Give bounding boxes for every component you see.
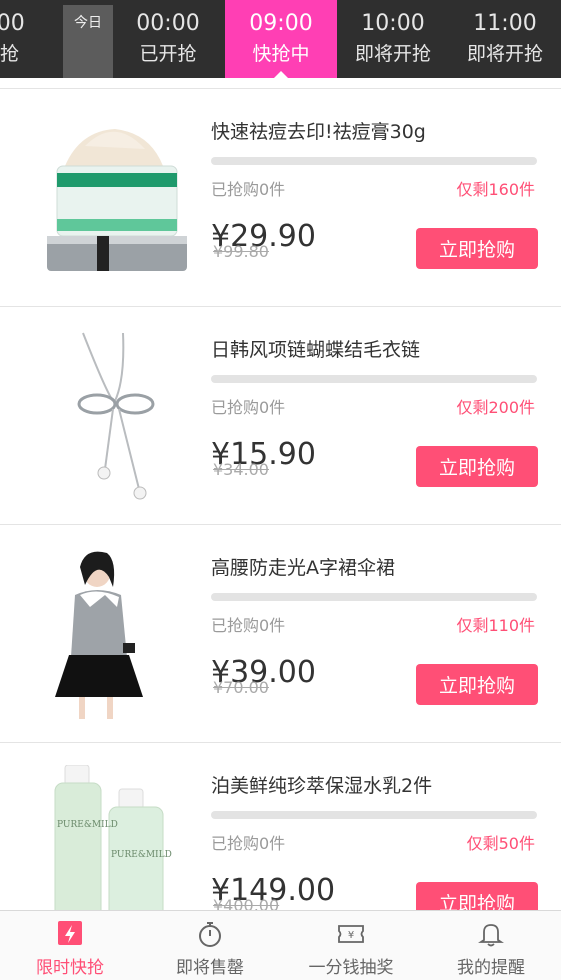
time-slot-bar: 3:00 开抢 今日 00:00 已开抢 09:00 快抢中 10:00 即将开… (0, 0, 561, 78)
nav-lottery[interactable]: ¥ 一分钱抽奖 (281, 911, 421, 980)
sale-progress-bar (211, 811, 537, 819)
stopwatch-icon (199, 922, 221, 947)
buy-now-button[interactable]: 立即抢购 (416, 446, 538, 487)
product-title: 日韩风项链蝴蝶结毛衣链 (211, 339, 421, 361)
bottom-nav: 限时快抢 即将售罄 ¥ 一分钱抽奖 我的提醒 (0, 910, 561, 980)
time-slot-status: 已开抢 (139, 43, 197, 65)
original-price: ¥99.80 (213, 242, 269, 261)
product-item[interactable]: 快速祛痘去印!祛痘膏30g 已抢购0件 仅剩160件 ¥29.90 ¥99.80… (0, 89, 561, 307)
original-price: ¥70.00 (213, 678, 269, 697)
bottle-label: PURE&MILD (111, 850, 172, 860)
nav-label: 即将售罄 (176, 958, 244, 978)
cream-jar-image (47, 129, 187, 271)
flash-sale-icon (58, 921, 82, 945)
sale-progress-bar (211, 593, 537, 601)
product-list: 快速祛痘去印!祛痘膏30g 已抢购0件 仅剩160件 ¥29.90 ¥99.80… (0, 88, 561, 961)
time-slot-time: 00:00 (136, 11, 200, 36)
bell-icon (478, 924, 504, 947)
buy-now-button[interactable]: 立即抢购 (416, 228, 538, 269)
sold-count: 已抢购0件 (211, 398, 286, 417)
product-item[interactable]: 日韩风项链蝴蝶结毛衣链 已抢购0件 仅剩200件 ¥15.90 ¥34.00 立… (0, 307, 561, 525)
sold-count: 已抢购0件 (211, 616, 286, 635)
today-label: 今日 (74, 15, 102, 31)
today-tab[interactable]: 今日 (63, 5, 113, 78)
nav-selling-out[interactable]: 即将售罄 (140, 911, 280, 980)
sale-progress-bar (211, 157, 537, 165)
svg-text:¥: ¥ (348, 930, 354, 941)
time-slot-status: 开抢 (0, 43, 19, 65)
buy-now-button[interactable]: 立即抢购 (416, 664, 538, 705)
time-slot-time: 11:00 (473, 11, 537, 36)
remaining-count: 仅剩50件 (466, 834, 535, 853)
nav-flash-sale[interactable]: 限时快抢 (0, 911, 140, 980)
time-slot-status: 快抢中 (252, 43, 310, 65)
product-item[interactable]: 高腰防走光A字裙伞裙 已抢购0件 仅剩110件 ¥39.00 ¥70.00 立即… (0, 525, 561, 743)
lottery-ticket-icon: ¥ (338, 925, 364, 943)
sold-count: 已抢购0件 (211, 180, 286, 199)
skirt-model-image (55, 551, 143, 719)
sale-progress-bar (211, 375, 537, 383)
sold-count: 已抢购0件 (211, 834, 286, 853)
time-slot-4[interactable]: 11:00 即将开抢 (449, 0, 561, 78)
time-slot-3[interactable]: 10:00 即将开抢 (337, 0, 449, 78)
necklace-image (77, 332, 155, 500)
time-slot-2-active[interactable]: 09:00 快抢中 (225, 0, 337, 78)
price-block: ¥15.90 ¥34.00 (211, 435, 361, 485)
remaining-count: 仅剩110件 (456, 616, 535, 635)
time-slot-status: 即将开抢 (466, 43, 543, 65)
nav-label: 一分钱抽奖 (308, 958, 394, 978)
product-title: 快速祛痘去印!祛痘膏30g (211, 121, 426, 143)
price-block: ¥39.00 ¥70.00 (211, 653, 361, 703)
time-slot-1[interactable]: 00:00 已开抢 (112, 0, 224, 78)
product-title: 高腰防走光A字裙伞裙 (211, 557, 395, 579)
time-slot-status: 即将开抢 (354, 43, 431, 65)
nav-reminders[interactable]: 我的提醒 (421, 911, 561, 980)
nav-label: 限时快抢 (36, 958, 104, 978)
bottle-label: PURE&MILD (57, 820, 118, 830)
time-slot-time: 10:00 (361, 11, 425, 36)
product-title: 泊美鲜纯珍萃保湿水乳2件 (211, 775, 433, 797)
original-price: ¥34.00 (213, 460, 269, 479)
time-slot-time: 3:00 (0, 11, 25, 36)
nav-label: 我的提醒 (457, 958, 525, 978)
price-block: ¥29.90 ¥99.80 (211, 217, 361, 267)
time-slot-0[interactable]: 3:00 开抢 (0, 0, 56, 78)
remaining-count: 仅剩200件 (456, 398, 535, 417)
time-slot-time: 09:00 (249, 11, 313, 36)
remaining-count: 仅剩160件 (456, 180, 535, 199)
